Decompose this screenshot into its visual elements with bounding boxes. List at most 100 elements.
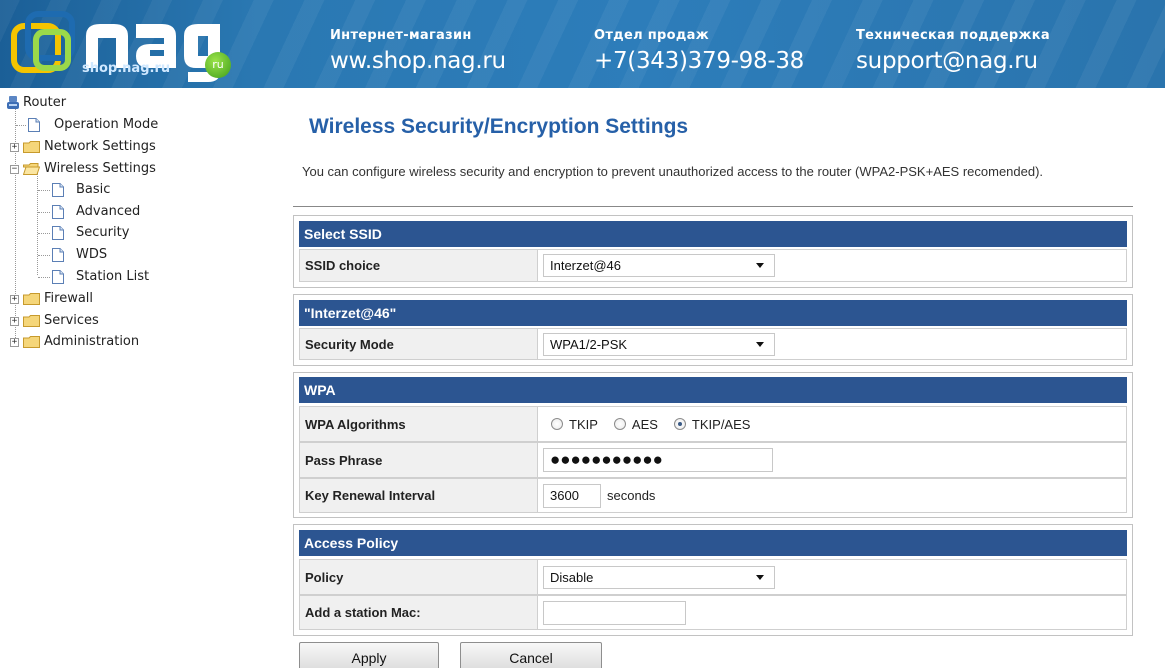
station-mac-input[interactable] (543, 600, 686, 625)
pass-phrase-input[interactable]: ●●●●●●●●●●● (543, 448, 773, 472)
row-control: ●●●●●●●●●●● (543, 443, 1126, 477)
expand-plus-icon[interactable]: + (10, 143, 19, 152)
select-value: Disable (550, 569, 594, 585)
folder-icon (23, 315, 40, 327)
row-key-renewal: Key Renewal Interval 3600 seconds (299, 478, 1127, 513)
folder-icon (23, 336, 40, 348)
section-header: Access Policy (299, 530, 1127, 556)
radio-button[interactable] (613, 418, 626, 430)
contact-shop-caption: Интернет-магазин (330, 28, 472, 43)
contact-sales: Отдел продаж +7(343)379-98-38 (594, 28, 804, 74)
radio-label: TKIP/AES (691, 416, 751, 432)
tree-connector (16, 125, 26, 126)
logo-ru-badge: ru (205, 52, 231, 78)
section-ssid-security: "Interzet@46" Security Mode WPA1/2-PSK (293, 294, 1133, 366)
tree-connector (38, 190, 50, 191)
section-access-policy: Access Policy Policy Disable Add a stati… (293, 524, 1133, 636)
router-icon (7, 96, 19, 109)
tree-item-label: Advanced (76, 204, 141, 219)
row-policy: Policy Disable (299, 559, 1127, 595)
logo-domain-text: shop.nag.ru (82, 61, 171, 76)
tree-connector (38, 277, 50, 278)
expand-plus-icon[interactable]: + (10, 295, 19, 304)
folder-open-icon (23, 163, 40, 175)
row-label: Add a station Mac: (300, 596, 538, 629)
contact-support-caption: Техническая поддержка (856, 28, 1050, 43)
row-control (543, 596, 1126, 629)
radio-aes[interactable]: AES (613, 416, 658, 432)
site-banner: shop.nag.ru ru Интернет-магазин ww.shop.… (0, 0, 1165, 88)
tree-connector (38, 255, 50, 256)
folder-icon (23, 141, 40, 153)
tree-item-label: Administration (44, 334, 140, 349)
contact-shop: Интернет-магазин ww.shop.nag.ru (330, 28, 506, 74)
select-value: WPA1/2-PSK (550, 336, 628, 352)
contact-support-email[interactable]: support@nag.ru (856, 48, 1050, 74)
row-control: WPA1/2-PSK (543, 329, 1126, 359)
section-header: Select SSID (299, 221, 1127, 247)
chevron-down-icon (756, 341, 764, 347)
tree-item-label: WDS (76, 247, 108, 262)
radio-button-selected[interactable] (673, 418, 686, 430)
page-title: Wireless Security/Encryption Settings (309, 115, 689, 138)
tree-item-label: Network Settings (44, 139, 156, 154)
apply-button[interactable]: Apply (299, 642, 439, 668)
page-icon (28, 118, 40, 132)
ssid-choice-select[interactable]: Interzet@46 (543, 254, 775, 277)
row-security-mode: Security Mode WPA1/2-PSK (299, 328, 1127, 360)
folder-icon (23, 293, 40, 305)
policy-select[interactable]: Disable (543, 565, 775, 589)
row-wpa-algorithms: WPA Algorithms TKIP AES TKIP/AES (299, 406, 1127, 442)
select-value: Interzet@46 (550, 258, 622, 273)
row-control: Disable (543, 560, 1126, 594)
row-pass-phrase: Pass Phrase ●●●●●●●●●●● (299, 442, 1127, 478)
key-renewal-input[interactable]: 3600 (543, 483, 601, 508)
expand-plus-icon[interactable]: + (10, 317, 19, 326)
tree-connector (37, 173, 38, 275)
tree-item-label: Operation Mode (54, 117, 159, 132)
tree-item-label: Wireless Settings (44, 161, 156, 176)
radio-label: TKIP (569, 416, 598, 432)
contact-sales-phone: +7(343)379-98-38 (594, 48, 804, 74)
row-add-station-mac: Add a station Mac: (299, 595, 1127, 630)
tree-item-label: Security (76, 225, 130, 240)
section-header: "Interzet@46" (299, 300, 1127, 326)
section-select-ssid: Select SSID SSID choice Interzet@46 (293, 215, 1133, 288)
page-icon (52, 183, 64, 197)
row-label: Security Mode (300, 329, 538, 359)
radio-tkip-aes[interactable]: TKIP/AES (673, 416, 751, 432)
chevron-down-icon (756, 263, 764, 268)
page-icon (52, 226, 64, 240)
radio-label: AES (631, 416, 658, 432)
page-icon (52, 205, 64, 219)
contact-shop-link[interactable]: ww.shop.nag.ru (330, 48, 506, 74)
contact-sales-caption: Отдел продаж (594, 28, 709, 43)
radio-button[interactable] (551, 418, 563, 430)
page-icon (52, 270, 64, 284)
tree-item-label: Station List (76, 269, 150, 284)
contact-support: Техническая поддержка support@nag.ru (856, 28, 1050, 74)
tree-connector (38, 233, 50, 234)
cancel-button[interactable]: Cancel (460, 642, 602, 668)
page-description: You can configure wireless security and … (302, 164, 1044, 179)
tree-root-label: Router (23, 95, 67, 110)
key-renewal-unit: seconds (607, 488, 656, 503)
page-icon (52, 248, 64, 262)
divider (293, 206, 1133, 207)
row-label: Key Renewal Interval (300, 479, 538, 512)
radio-tkip[interactable]: TKIP (551, 417, 598, 432)
tree-item-label: Firewall (44, 291, 94, 306)
expand-plus-icon[interactable]: + (10, 338, 19, 347)
section-header: WPA (299, 377, 1127, 403)
row-control: Interzet@46 (543, 250, 1126, 281)
row-control: 3600 seconds (543, 479, 1126, 512)
row-control: TKIP AES TKIP/AES (543, 407, 1126, 441)
tree-connector (38, 212, 50, 213)
security-mode-select[interactable]: WPA1/2-PSK (543, 332, 775, 356)
section-wpa: WPA WPA Algorithms TKIP AES TKIP/AES Pas… (293, 372, 1133, 518)
collapse-minus-icon[interactable]: − (10, 165, 19, 174)
row-label: WPA Algorithms (300, 407, 538, 441)
tree-item-label: Basic (76, 182, 111, 197)
row-label: Pass Phrase (300, 443, 538, 477)
chevron-down-icon (756, 574, 764, 580)
